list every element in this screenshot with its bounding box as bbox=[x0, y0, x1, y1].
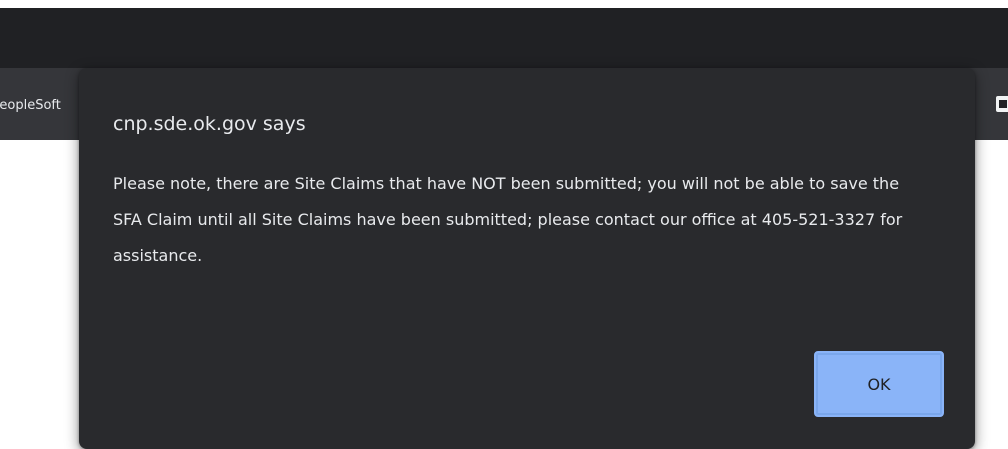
bookmark-favicon-icon[interactable] bbox=[996, 96, 1008, 112]
browser-titlebar bbox=[0, 8, 1008, 68]
alert-dialog: cnp.sde.ok.gov says Please note, there a… bbox=[79, 68, 975, 449]
dialog-message: Please note, there are Site Claims that … bbox=[113, 174, 903, 265]
ok-button[interactable]: OK bbox=[814, 351, 944, 417]
top-white-strip bbox=[0, 0, 1008, 8]
dialog-title: cnp.sde.ok.gov says bbox=[113, 113, 306, 135]
bookmark-item-peoplesoft[interactable]: PeopleSoft bbox=[0, 96, 90, 116]
